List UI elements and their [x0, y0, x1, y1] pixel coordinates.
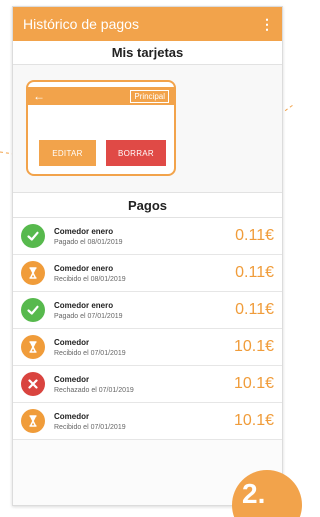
payment-text: Comedor enero Recibido el 08/01/2019: [54, 264, 235, 283]
payment-row[interactable]: Comedor enero Recibido el 08/01/2019 0.1…: [13, 255, 282, 292]
payment-name: Comedor: [54, 374, 90, 384]
payment-date: Recibido el 08/01/2019: [54, 275, 126, 283]
kebab-menu-icon[interactable]: ⋮: [260, 16, 274, 33]
payment-amount: 0.11€: [235, 227, 274, 244]
card-actions: EDITAR BORRAR: [39, 140, 166, 166]
phone-screen: Histórico de pagos ⋮ Mis tarjetas ← Prin…: [12, 6, 283, 506]
payments-list: Comedor enero Pagado el 08/01/2019 0.11€…: [13, 218, 282, 440]
x-icon: [21, 372, 45, 396]
cards-area: ← Principal EDITAR BORRAR: [13, 65, 282, 193]
payment-row[interactable]: Comedor Recibido el 07/01/2019 10.1€: [13, 329, 282, 366]
payment-name: Comedor: [54, 337, 90, 347]
cards-section-title: Mis tarjetas: [13, 41, 282, 65]
check-icon: [21, 224, 45, 248]
payment-text: Comedor enero Pagado el 08/01/2019: [54, 227, 235, 246]
payment-text: Comedor Recibido el 07/01/2019: [54, 412, 234, 431]
payment-amount: 0.11€: [235, 301, 274, 318]
hourglass-icon: [21, 335, 45, 359]
check-icon: [21, 298, 45, 322]
payment-row[interactable]: Comedor Recibido el 07/01/2019 10.1€: [13, 403, 282, 440]
payment-date: Pagado el 08/01/2019: [54, 238, 123, 246]
payment-row[interactable]: Comedor enero Pagado el 07/01/2019 0.11€: [13, 292, 282, 329]
edit-button[interactable]: EDITAR: [39, 140, 96, 166]
step-number-badge: 2.: [232, 470, 302, 517]
payment-text: Comedor Rechazado el 07/01/2019: [54, 375, 234, 394]
payment-amount: 10.1€: [233, 338, 274, 355]
payment-name: Comedor: [54, 411, 90, 421]
payment-name: Comedor enero: [54, 263, 114, 273]
app-title: Histórico de pagos: [23, 16, 139, 32]
arrow-left-icon[interactable]: ←: [33, 89, 45, 103]
payment-name: Comedor enero: [54, 226, 114, 236]
delete-button[interactable]: BORRAR: [106, 140, 166, 166]
payment-text: Comedor enero Pagado el 07/01/2019: [54, 301, 235, 320]
payment-date: Pagado el 07/01/2019: [54, 312, 123, 320]
payment-amount: 0.11€: [235, 264, 274, 281]
payment-amount: 10.1€: [233, 412, 274, 429]
payment-name: Comedor enero: [54, 300, 114, 310]
payment-date: Rechazado el 07/01/2019: [54, 386, 134, 394]
payment-amount: 10.1€: [233, 375, 274, 392]
payment-row[interactable]: Comedor enero Pagado el 08/01/2019 0.11€: [13, 218, 282, 255]
payment-row[interactable]: Comedor Rechazado el 07/01/2019 10.1€: [13, 366, 282, 403]
principal-badge: Principal: [130, 89, 169, 103]
app-bar: Histórico de pagos ⋮: [13, 7, 282, 41]
payments-section-title: Pagos: [13, 193, 282, 218]
payment-date: Recibido el 07/01/2019: [54, 349, 126, 357]
hourglass-icon: [21, 261, 45, 285]
card-header: ← Principal: [28, 87, 174, 105]
hourglass-icon: [21, 409, 45, 433]
payment-date: Recibido el 07/01/2019: [54, 423, 126, 431]
payment-text: Comedor Recibido el 07/01/2019: [54, 338, 234, 357]
